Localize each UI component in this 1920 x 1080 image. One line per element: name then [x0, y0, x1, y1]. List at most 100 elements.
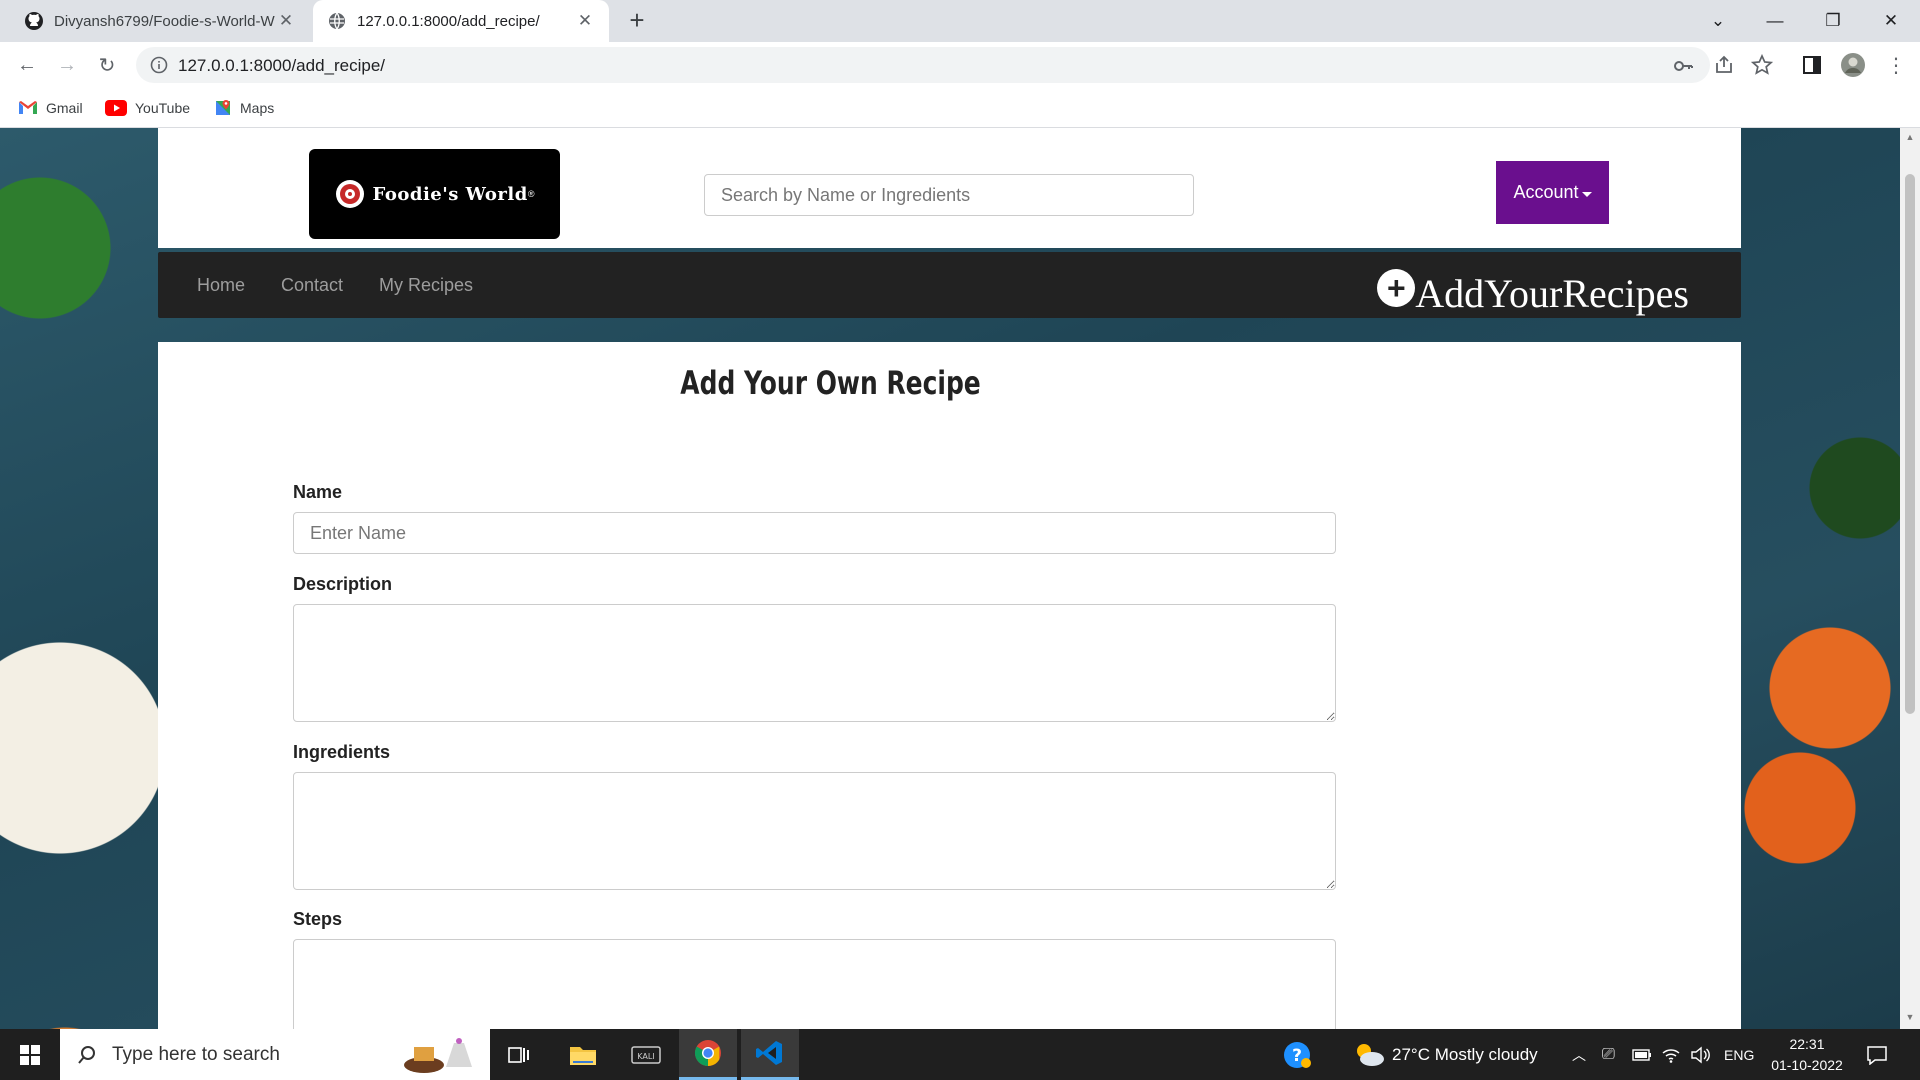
- ingredients-form-group: Ingredients: [293, 742, 1336, 890]
- scrollbar-thumb[interactable]: [1905, 174, 1915, 714]
- url-text: 127.0.0.1:8000/add_recipe/: [178, 56, 386, 75]
- ingredients-label: Ingredients: [293, 742, 391, 762]
- tab-title: 127.0.0.1:8000/add_recipe/: [357, 12, 540, 30]
- wifi-icon[interactable]: [1662, 1029, 1680, 1080]
- share-icon[interactable]: [1713, 54, 1735, 76]
- help-icon[interactable]: ?: [1282, 1029, 1312, 1080]
- battery-icon[interactable]: [1632, 1029, 1652, 1080]
- task-view-icon[interactable]: [490, 1029, 548, 1080]
- site-header: Foodie's World ® Account: [158, 128, 1741, 248]
- caret-down-icon: [1581, 191, 1592, 197]
- account-dropdown-button[interactable]: Account: [1496, 161, 1609, 224]
- start-button[interactable]: [0, 1029, 60, 1080]
- file-explorer-icon[interactable]: [554, 1029, 612, 1080]
- taskbar-search-placeholder: Type here to search: [112, 1043, 280, 1065]
- chrome-menu-icon[interactable]: ⋮: [1880, 49, 1912, 81]
- nav-my-recipes[interactable]: My Recipes: [379, 252, 473, 318]
- weather-text: 27°C Mostly cloudy: [1392, 1044, 1538, 1064]
- name-input[interactable]: [293, 512, 1336, 554]
- search-highlight-icon: [404, 1037, 472, 1073]
- bookmark-label: YouTube: [135, 100, 191, 116]
- forward-button[interactable]: →: [51, 49, 83, 81]
- bookmarks-bar: Gmail YouTube Maps: [0, 88, 1920, 128]
- tab-close-icon[interactable]: ✕: [575, 11, 595, 31]
- side-panel-icon[interactable]: [1801, 54, 1823, 76]
- steps-textarea[interactable]: [293, 939, 1336, 1029]
- tab-title: Divyansh6799/Foodie-s-World-W: [54, 12, 275, 30]
- windows-logo-icon: [20, 1044, 40, 1065]
- new-tab-button[interactable]: +: [622, 6, 652, 36]
- page-scrollbar[interactable]: ▲ ▼: [1900, 128, 1920, 1029]
- tab-github[interactable]: Divyansh6799/Foodie-s-World-W ✕: [10, 0, 310, 42]
- globe-icon: [329, 12, 345, 30]
- meet-now-icon[interactable]: ⎚: [1602, 1029, 1615, 1080]
- main-navbar: Home Contact My Recipes + AddYourRecipes: [158, 252, 1741, 318]
- page-viewport: Foodie's World ® Account Home Contact My…: [0, 128, 1900, 1029]
- back-button[interactable]: ←: [11, 49, 43, 81]
- address-bar[interactable]: 127.0.0.1:8000/add_recipe/: [136, 47, 1710, 83]
- tab-search-chevron-icon[interactable]: ⌄: [1689, 0, 1747, 42]
- chrome-taskbar-icon[interactable]: [679, 1029, 737, 1080]
- clock-time: 22:31: [1789, 1036, 1825, 1052]
- steps-label: Steps: [293, 909, 343, 929]
- info-icon[interactable]: [150, 56, 168, 74]
- taskbar-search-box[interactable]: Type here to search: [60, 1029, 490, 1080]
- bookmark-label: Maps: [240, 100, 275, 116]
- cloudy-weather-icon: [1357, 1043, 1384, 1066]
- maps-icon: [216, 100, 230, 115]
- name-form-group: Name: [293, 482, 1336, 554]
- tab-add-recipe[interactable]: 127.0.0.1:8000/add_recipe/ ✕: [313, 0, 609, 42]
- vscode-taskbar-icon[interactable]: [741, 1029, 799, 1080]
- close-window-button[interactable]: ✕: [1862, 0, 1920, 42]
- description-label: Description: [293, 574, 393, 594]
- site-logo[interactable]: Foodie's World ®: [309, 149, 560, 239]
- youtube-icon: [105, 100, 127, 116]
- key-icon[interactable]: [1672, 55, 1694, 77]
- logo-text: Foodie's World: [372, 183, 528, 205]
- search-icon: [78, 1045, 95, 1064]
- description-form-group: Description: [293, 574, 1336, 722]
- notifications-icon[interactable]: [1866, 1029, 1888, 1080]
- name-label: Name: [293, 482, 343, 502]
- registered-mark: ®: [527, 189, 535, 199]
- clock-date: 01-10-2022: [1771, 1057, 1843, 1073]
- bookmark-star-icon[interactable]: [1751, 54, 1773, 76]
- taskbar-clock[interactable]: 22:31 01-10-2022: [1752, 1034, 1862, 1076]
- reload-button[interactable]: ↻: [91, 49, 123, 81]
- ingredients-textarea[interactable]: [293, 772, 1336, 890]
- svg-text:?: ?: [1292, 1046, 1302, 1066]
- nav-home[interactable]: Home: [197, 252, 245, 318]
- kali-app-icon[interactable]: KALI: [617, 1029, 675, 1080]
- description-textarea[interactable]: [293, 604, 1336, 722]
- svg-text:KALI: KALI: [637, 1052, 654, 1061]
- weather-widget[interactable]: 27°C Mostly cloudy: [1352, 1029, 1538, 1080]
- bookmark-maps[interactable]: Maps: [214, 96, 274, 120]
- recipe-search-input[interactable]: [704, 174, 1194, 216]
- gmail-icon: [19, 101, 37, 114]
- nav-contact[interactable]: Contact: [281, 252, 343, 318]
- bookmark-gmail[interactable]: Gmail: [18, 96, 83, 120]
- add-recipe-content: Add Your Own Recipe Name Description Ing…: [158, 342, 1741, 1029]
- steps-form-group: Steps: [293, 909, 1336, 1029]
- tab-close-icon[interactable]: ✕: [276, 11, 296, 31]
- browser-toolbar: ← → ↻ 127.0.0.1:8000/add_recipe/ ⋮: [0, 42, 1920, 88]
- restore-button[interactable]: ❐: [1804, 0, 1862, 42]
- minimize-button[interactable]: —: [1746, 0, 1804, 42]
- add-recipes-link[interactable]: + AddYourRecipes: [1377, 264, 1689, 317]
- account-label: Account: [1513, 182, 1579, 202]
- browser-tab-strip: Divyansh6799/Foodie-s-World-W ✕ 127.0.0.…: [0, 0, 1920, 42]
- profile-avatar-icon[interactable]: [1840, 52, 1866, 78]
- scroll-up-icon[interactable]: ▲: [1905, 132, 1915, 142]
- bookmark-youtube[interactable]: YouTube: [105, 96, 190, 120]
- page-title: Add Your Own Recipe: [680, 364, 981, 402]
- volume-icon[interactable]: [1690, 1029, 1710, 1080]
- language-indicator[interactable]: ENG: [1724, 1029, 1754, 1080]
- add-recipes-label: AddYourRecipes: [1415, 271, 1689, 316]
- show-hidden-icons-chevron-icon[interactable]: ︿: [1572, 1029, 1586, 1080]
- logo-emblem-icon: [335, 180, 364, 208]
- scroll-down-icon[interactable]: ▼: [1905, 1012, 1915, 1022]
- plus-circle-icon: +: [1377, 268, 1416, 307]
- windows-taskbar: Type here to search KALI ? 27°C Mostly c…: [0, 1029, 1920, 1080]
- bookmark-label: Gmail: [46, 100, 83, 116]
- github-icon: [25, 12, 43, 30]
